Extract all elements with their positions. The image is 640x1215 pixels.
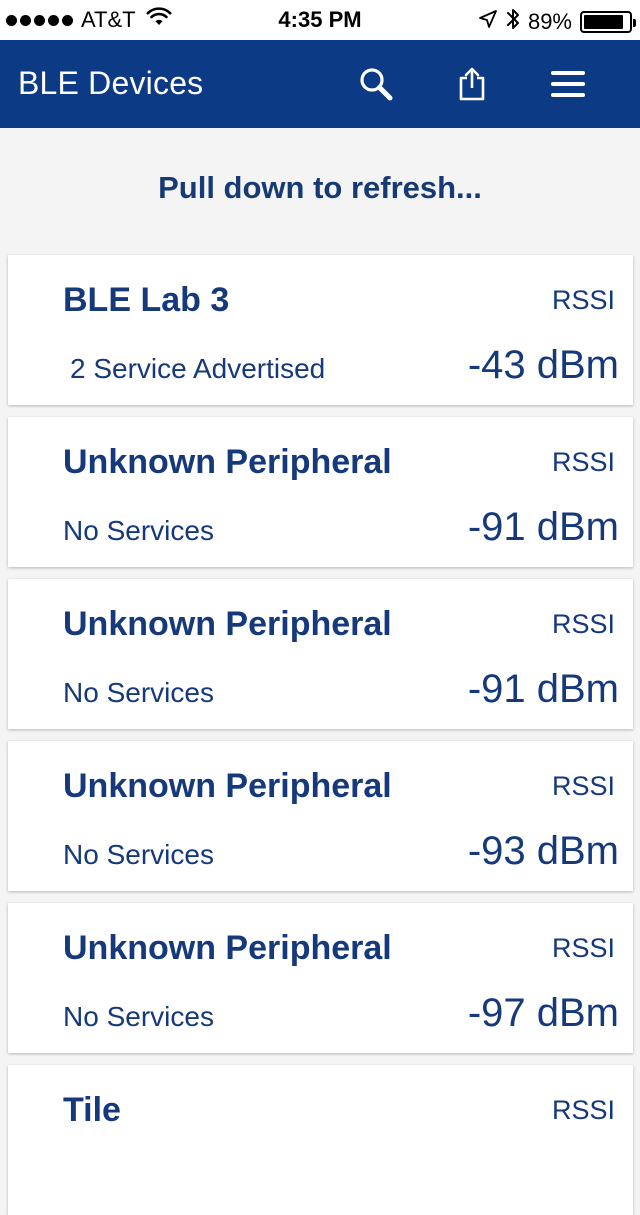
- device-services: No Services: [63, 839, 214, 870]
- share-button[interactable]: [450, 62, 494, 106]
- rssi-value: -97 dBm: [467, 991, 619, 1035]
- device-card[interactable]: Unknown Peripheral No Services RSSI -93 …: [8, 741, 633, 891]
- share-icon: [459, 67, 485, 101]
- location-arrow-icon: [478, 9, 498, 35]
- device-name: Tile: [63, 1091, 121, 1129]
- rssi-label: RSSI: [551, 609, 615, 639]
- battery-percent: 89%: [527, 9, 572, 34]
- nav-bar: BLE Devices: [0, 40, 640, 128]
- rssi-label: RSSI: [551, 1095, 615, 1125]
- page-title: BLE Devices: [18, 65, 204, 101]
- status-bar: AT&T 4:35 PM 89%: [0, 0, 640, 40]
- refresh-label: Pull down to refresh...: [158, 170, 482, 205]
- search-button[interactable]: [354, 62, 398, 106]
- device-card[interactable]: Unknown Peripheral No Services RSSI -97 …: [8, 903, 633, 1053]
- rssi-label: RSSI: [551, 933, 615, 963]
- device-card[interactable]: Unknown Peripheral No Services RSSI -91 …: [8, 417, 633, 567]
- device-card[interactable]: Unknown Peripheral No Services RSSI -91 …: [8, 579, 633, 729]
- device-name: Unknown Peripheral: [63, 929, 392, 967]
- device-name: Unknown Peripheral: [63, 605, 392, 643]
- menu-icon: [551, 71, 585, 97]
- device-services: No Services: [63, 677, 214, 708]
- battery-icon: [580, 11, 636, 33]
- rssi-value: -91 dBm: [467, 667, 619, 711]
- device-services: No Services: [63, 515, 214, 546]
- status-right: 89%: [478, 7, 636, 37]
- device-card[interactable]: Tile RSSI: [8, 1065, 633, 1215]
- rssi-value: -91 dBm: [467, 505, 619, 549]
- device-name: Unknown Peripheral: [63, 443, 392, 481]
- device-services: No Services: [63, 1001, 214, 1032]
- rssi-label: RSSI: [551, 285, 615, 315]
- device-name: BLE Lab 3: [63, 281, 230, 319]
- pull-to-refresh[interactable]: Pull down to refresh...: [0, 128, 640, 248]
- device-name: Unknown Peripheral: [63, 767, 392, 805]
- battery-fill: [584, 15, 624, 29]
- rssi-label: RSSI: [551, 447, 615, 477]
- bluetooth-icon: [506, 7, 520, 37]
- device-card[interactable]: BLE Lab 3 2 Service Advertised RSSI -43 …: [8, 255, 633, 405]
- rssi-value: -43 dBm: [467, 343, 619, 387]
- search-icon: [360, 68, 393, 101]
- rssi-value: -93 dBm: [467, 829, 619, 873]
- device-services: 2 Service Advertised: [70, 353, 326, 384]
- menu-button[interactable]: [546, 62, 590, 106]
- rssi-label: RSSI: [551, 771, 615, 801]
